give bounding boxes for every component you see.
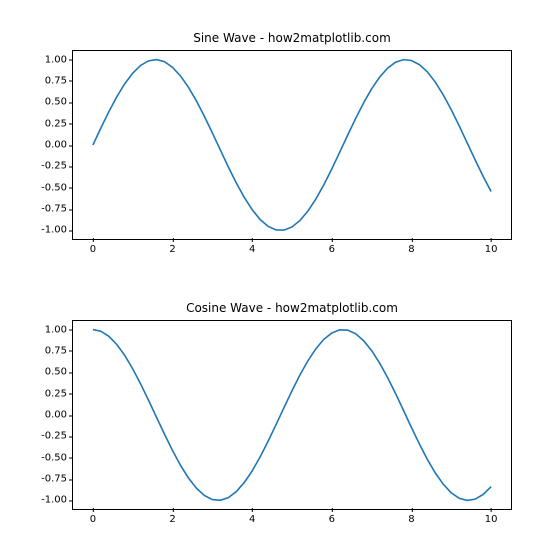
y-tick-label: -1.00 xyxy=(33,225,67,236)
x-tick-label: 8 xyxy=(408,514,414,525)
y-tick-label: -0.50 xyxy=(33,452,67,463)
y-tick-label: 1.00 xyxy=(33,54,67,65)
x-tick-label: 4 xyxy=(249,514,255,525)
y-tick-label: 0.75 xyxy=(33,75,67,86)
line-sine xyxy=(73,51,511,239)
chart-title: Sine Wave - how2matplotlib.com xyxy=(73,31,511,45)
x-tick-label: 10 xyxy=(485,514,498,525)
x-tick-label: 6 xyxy=(329,514,335,525)
y-tick-label: -0.50 xyxy=(33,182,67,193)
subplot-sine: Sine Wave - how2matplotlib.com -1.00-0.7… xyxy=(72,50,512,240)
x-tick-label: 2 xyxy=(169,514,175,525)
y-tick-label: 0.50 xyxy=(33,367,67,378)
y-tick-label: 0.00 xyxy=(33,140,67,151)
y-tick-label: -0.75 xyxy=(33,474,67,485)
x-tick-label: 8 xyxy=(408,244,414,255)
y-tick-label: 0.25 xyxy=(33,388,67,399)
x-tick-label: 6 xyxy=(329,244,335,255)
y-tick-label: 1.00 xyxy=(33,324,67,335)
y-tick-label: -0.25 xyxy=(33,161,67,172)
figure: Sine Wave - how2matplotlib.com -1.00 -0.7… xyxy=(0,0,560,560)
y-tick-label: -1.00 xyxy=(33,495,67,506)
x-tick-label: 0 xyxy=(90,244,96,255)
chart-title: Cosine Wave - how2matplotlib.com xyxy=(73,301,511,315)
x-tick-label: 10 xyxy=(485,244,498,255)
y-tick-label: 0.50 xyxy=(33,97,67,108)
line-cosine xyxy=(73,321,511,509)
subplot-cosine: Cosine Wave - how2matplotlib.com -1.00-0… xyxy=(72,320,512,510)
x-tick-label: 0 xyxy=(90,514,96,525)
y-tick-label: 0.25 xyxy=(33,118,67,129)
x-tick-label: 4 xyxy=(249,244,255,255)
y-tick-label: -0.75 xyxy=(33,204,67,215)
y-tick-label: -0.25 xyxy=(33,431,67,442)
y-tick-label: 0.75 xyxy=(33,345,67,356)
x-tick-label: 2 xyxy=(169,244,175,255)
y-tick-label: 0.00 xyxy=(33,410,67,421)
